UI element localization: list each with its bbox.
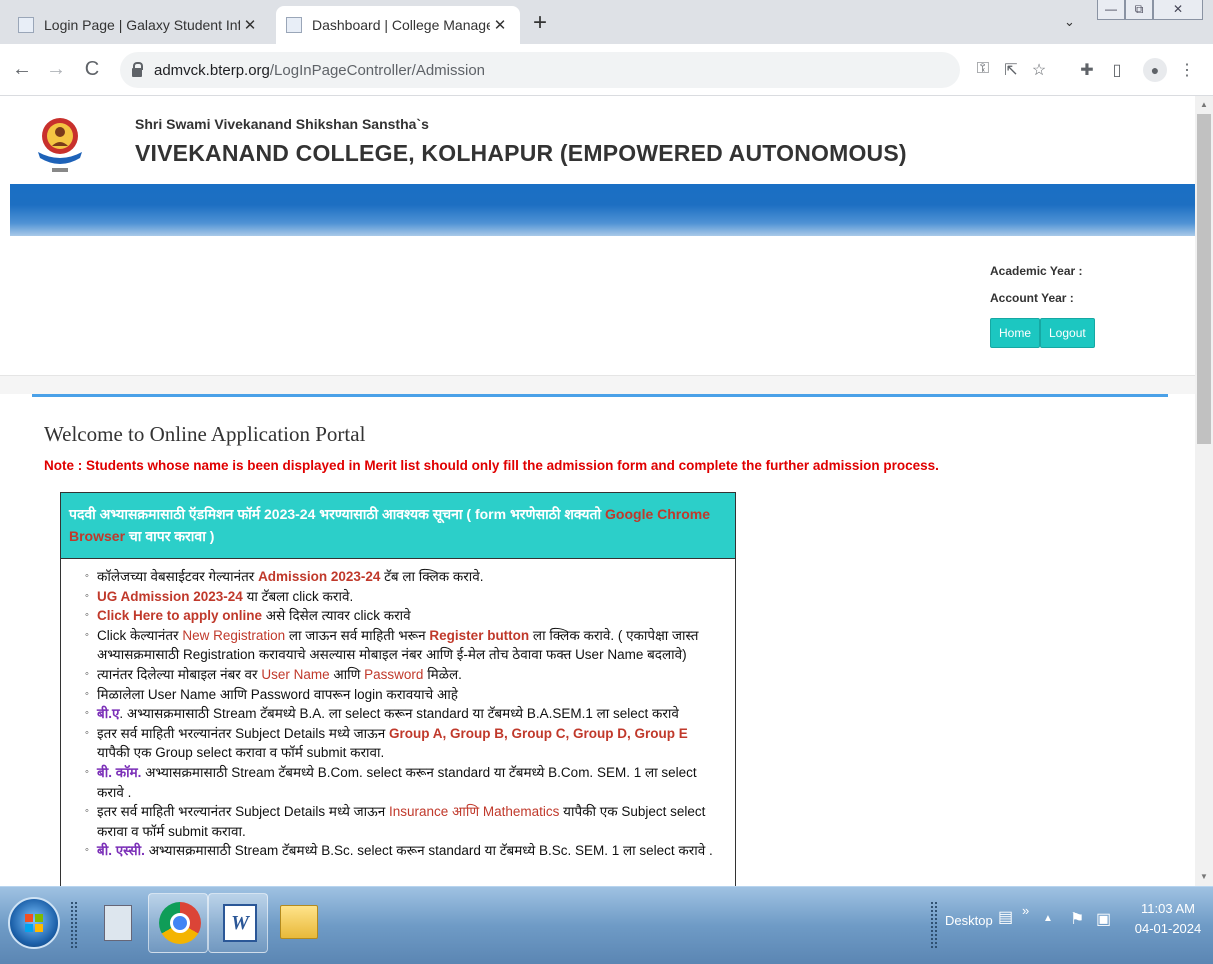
profile-avatar-icon[interactable]: ●: [1143, 58, 1167, 82]
clock-date: 04-01-2024: [1134, 921, 1202, 936]
windows-taskbar: W Desktop ▤ » ▲ ⚑ ▣ 11:03 AM 04-01-2024: [0, 886, 1213, 964]
instructions-heading-text: पदवी अभ्यासक्रमासाठी ऍडमिशन फॉर्म 2023-2…: [69, 506, 606, 522]
instructions-heading: पदवी अभ्यासक्रमासाठी ऍडमिशन फॉर्म 2023-2…: [61, 493, 735, 559]
share-icon[interactable]: ⇱: [1000, 60, 1022, 80]
minimize-button[interactable]: —: [1097, 0, 1125, 20]
extensions-icon[interactable]: ✚: [1076, 60, 1098, 80]
browser-toolbar: ← → C admvck.bterp.org/LogInPageControll…: [0, 44, 1213, 96]
tab-dashboard[interactable]: Dashboard | College Managemen ✕: [276, 6, 520, 44]
lock-icon[interactable]: [132, 62, 143, 77]
bookmark-star-icon[interactable]: ☆: [1028, 60, 1050, 80]
instructions-list: कॉलेजच्या वेबसाईटवर गेल्यानंतर Admission…: [61, 559, 735, 861]
year-info-panel: Academic Year : Account Year : Home Logo…: [0, 246, 1195, 376]
taskbar-grip[interactable]: [70, 901, 78, 949]
start-button[interactable]: [8, 897, 60, 949]
header-band: [10, 184, 1195, 236]
tab-search-icon[interactable]: ⌄: [1064, 14, 1075, 30]
separator-strip: [0, 376, 1195, 394]
back-arrow-icon[interactable]: ←: [10, 58, 34, 81]
logout-button[interactable]: Logout: [1040, 318, 1095, 348]
list-item: इतर सर्व माहिती भरल्यानंतर Subject Detai…: [85, 724, 723, 763]
calculator-icon: [104, 905, 132, 941]
close-tab-icon[interactable]: ✕: [490, 16, 510, 34]
taskbar-chrome[interactable]: [148, 893, 208, 953]
folder-icon[interactable]: ▤: [998, 907, 1013, 927]
network-icon[interactable]: ▣: [1096, 909, 1111, 929]
new-tab-button[interactable]: +: [526, 10, 554, 38]
taskbar-explorer[interactable]: [268, 893, 328, 953]
clock-time: 11:03 AM: [1141, 901, 1195, 916]
page-viewport: Shri Swami Vivekanand Shikshan Sanstha`s…: [0, 96, 1195, 886]
sanstha-name: Shri Swami Vivekanand Shikshan Sanstha`s: [135, 116, 429, 132]
college-name: VIVEKANAND COLLEGE, KOLHAPUR (EMPOWERED …: [135, 140, 907, 166]
college-logo: [38, 118, 82, 172]
address-bar[interactable]: admvck.bterp.org/LogInPageController/Adm…: [120, 52, 960, 88]
academic-year-label: Academic Year :: [990, 264, 1083, 278]
side-panel-icon[interactable]: ▯: [1106, 60, 1128, 80]
chrome-icon: [159, 902, 201, 944]
desktop-toolbar-label[interactable]: Desktop: [945, 913, 993, 928]
forward-arrow-icon[interactable]: →: [44, 58, 68, 81]
close-window-button[interactable]: ✕: [1153, 0, 1203, 20]
url-path: /LogInPageController/Admission: [269, 61, 486, 79]
scroll-thumb[interactable]: [1197, 114, 1211, 444]
taskbar-grip[interactable]: [930, 901, 938, 949]
browser-tab-bar: Login Page | Galaxy Student Infor ✕ Dash…: [0, 0, 1213, 44]
list-item: Click केल्यानंतर New Registration ला जाऊ…: [85, 626, 723, 665]
list-item: Click Here to apply online असे दिसेल त्य…: [85, 606, 723, 626]
college-header: Shri Swami Vivekanand Shikshan Sanstha`s…: [0, 96, 1195, 184]
welcome-heading: Welcome to Online Application Portal: [44, 422, 366, 446]
menu-kebab-icon[interactable]: ⋮: [1176, 60, 1198, 80]
tab-login-page[interactable]: Login Page | Galaxy Student Infor ✕: [8, 6, 270, 44]
separator-line: [32, 394, 1168, 397]
list-item: बी. कॉम. अभ्यासक्रमासाठी Stream टॅबमध्ये…: [85, 763, 723, 802]
action-center-icon[interactable]: ⚑: [1070, 909, 1084, 929]
list-item: त्यानंतर दिलेल्या मोबाइल नंबर वर User Na…: [85, 665, 723, 685]
list-item: UG Admission 2023-24 या टॅबला click कराव…: [85, 587, 723, 607]
scroll-up-icon[interactable]: ▲: [1195, 100, 1213, 109]
list-item: बी. एस्सी. अभ्यासक्रमासाठी Stream टॅबमध्…: [85, 841, 723, 861]
chevron-right-icon[interactable]: »: [1022, 903, 1029, 918]
home-button[interactable]: Home: [990, 318, 1041, 348]
page-favicon-icon: [286, 17, 302, 33]
windows-logo-icon: [25, 914, 43, 932]
window-controls: — ⧉ ✕: [1097, 0, 1203, 20]
list-item: बी.ए. अभ्यासक्रमासाठी Stream टॅबमध्ये B.…: [85, 704, 723, 724]
list-item: कॉलेजच्या वेबसाईटवर गेल्यानंतर Admission…: [85, 567, 723, 587]
list-item: मिळालेला User Name आणि Password वापरून l…: [85, 685, 723, 705]
taskbar-word[interactable]: W: [208, 893, 268, 953]
show-hidden-icons-icon[interactable]: ▲: [1043, 913, 1053, 924]
scroll-down-icon[interactable]: ▼: [1195, 872, 1213, 881]
clock[interactable]: 11:03 AM 04-01-2024: [1128, 899, 1208, 939]
list-item: इतर सर्व माहिती भरल्यानंतर Subject Detai…: [85, 802, 723, 841]
restore-button[interactable]: ⧉: [1125, 0, 1153, 20]
page-favicon-icon: [18, 17, 34, 33]
word-icon: W: [223, 904, 257, 942]
tab-title: Dashboard | College Managemen: [312, 17, 490, 33]
password-key-icon[interactable]: ⚿: [972, 60, 994, 78]
close-tab-icon[interactable]: ✕: [240, 16, 260, 34]
tab-title: Login Page | Galaxy Student Infor: [44, 17, 240, 33]
reload-icon[interactable]: C: [80, 58, 104, 81]
instructions-heading-end: चा वापर करावा ): [125, 528, 215, 544]
admission-instructions-panel: पदवी अभ्यासक्रमासाठी ऍडमिशन फॉर्म 2023-2…: [60, 492, 736, 886]
merit-note: Note : Students whose name is been displ…: [44, 458, 939, 473]
url-host: admvck.bterp.org: [154, 61, 270, 79]
taskbar-calculator[interactable]: [88, 893, 148, 953]
account-year-label: Account Year :: [990, 291, 1074, 305]
folder-icon: [280, 905, 318, 939]
page-scrollbar[interactable]: ▲ ▼: [1195, 96, 1213, 886]
